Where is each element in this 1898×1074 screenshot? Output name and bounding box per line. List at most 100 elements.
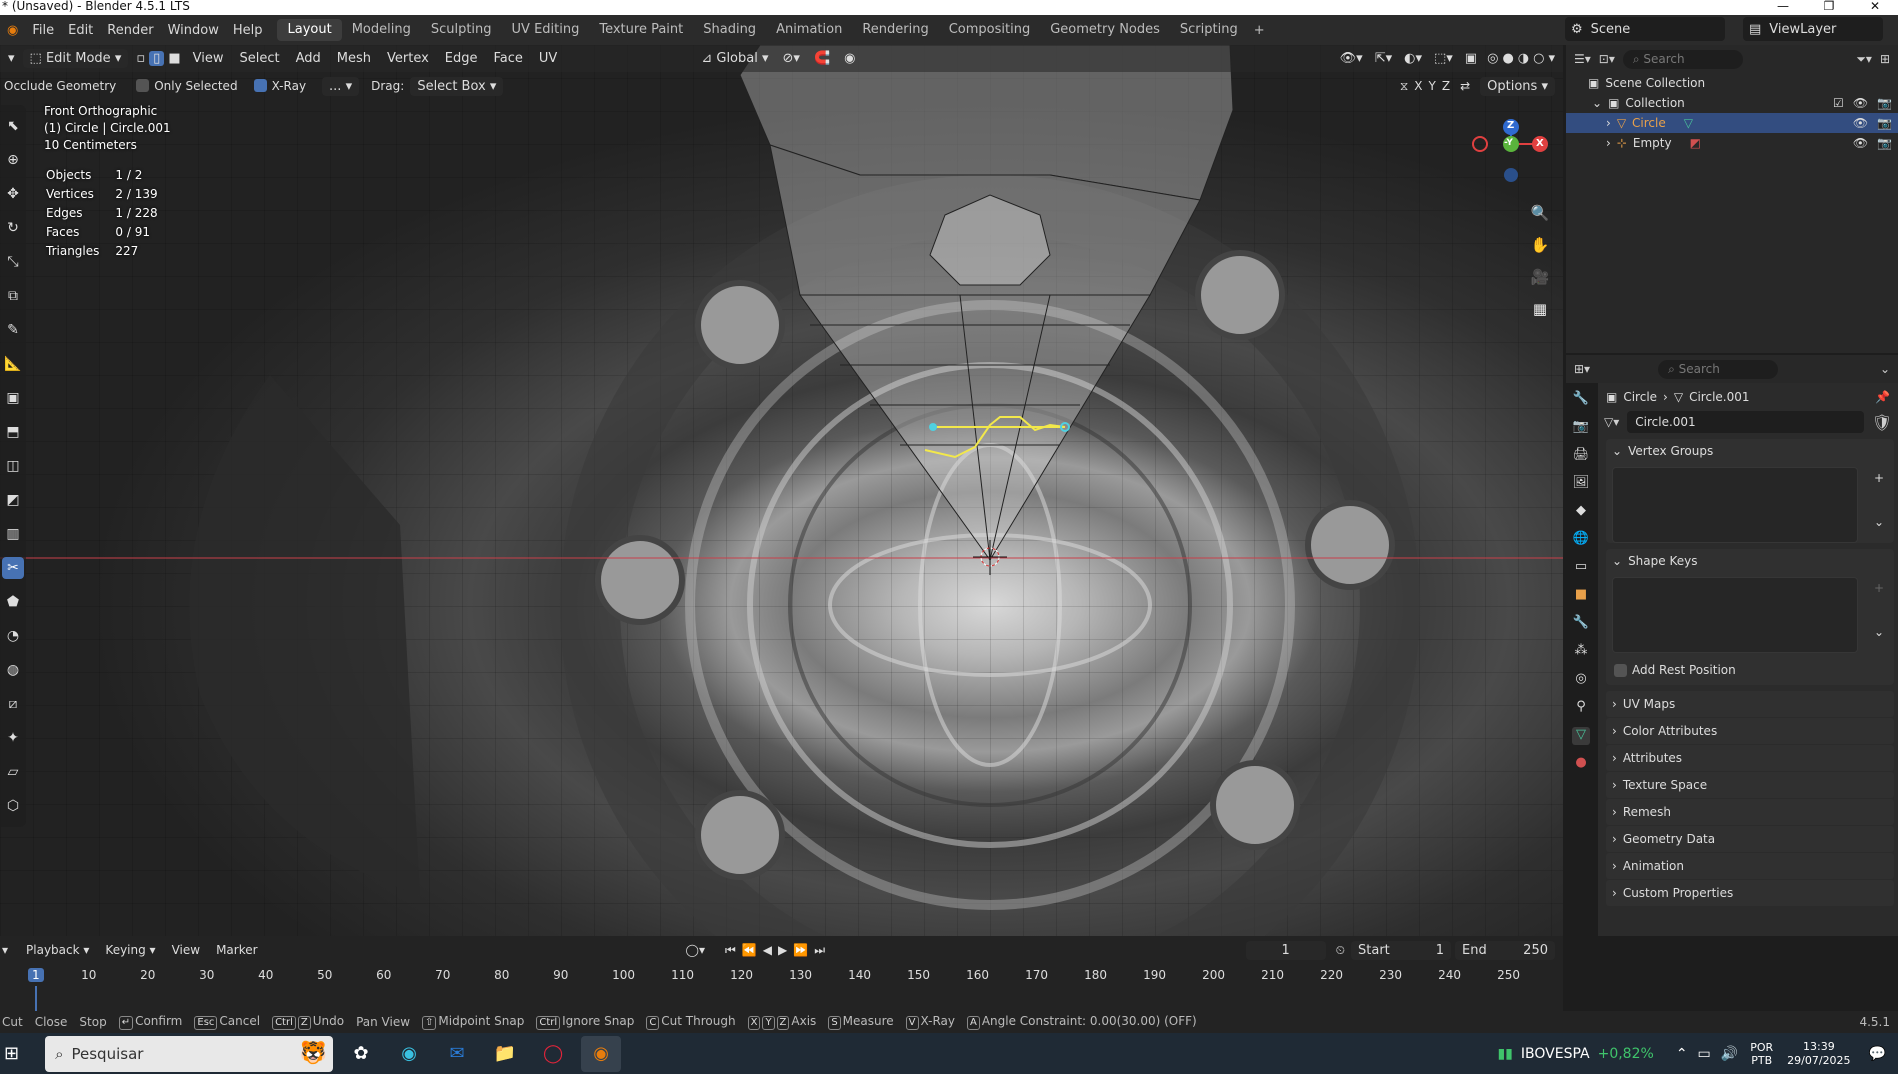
language-indicator[interactable]: POR PTB xyxy=(1750,1041,1773,1067)
view-layer-tab-icon[interactable]: 🖼 xyxy=(1572,475,1590,493)
tray-chevron-icon[interactable]: ⌃ xyxy=(1676,1046,1688,1062)
properties-editor-icon[interactable]: ⊞▾ xyxy=(1574,362,1590,376)
shape-key-menu-button[interactable]: ⌄ xyxy=(1874,625,1884,639)
fake-user-shield-icon[interactable]: 🛡 xyxy=(1872,413,1892,432)
outliner-editor-icon[interactable]: ☰▾ xyxy=(1574,52,1591,66)
move-tool-icon[interactable]: ✥ xyxy=(2,183,24,205)
panel-attributes[interactable]: › Attributes xyxy=(1606,745,1894,771)
pan-hand-icon[interactable]: ✋ xyxy=(1527,232,1553,258)
copilot-app-icon[interactable]: ✿ xyxy=(341,1036,381,1072)
drag-dropdown[interactable]: Select Box ▾ xyxy=(410,76,504,96)
panel-uv-maps[interactable]: › UV Maps xyxy=(1606,691,1894,717)
frame-ruler[interactable]: 1 10 20 30 40 50 60 70 80 90 100 110 120 130 140 150 160… xyxy=(0,964,1563,986)
outliner-search-input[interactable]: ⌕ Search xyxy=(1622,49,1743,69)
orientation-dropdown[interactable]: ⊿ Global ▾ xyxy=(701,51,768,66)
tab-rendering[interactable]: Rendering xyxy=(852,19,938,41)
clock[interactable]: 13:39 29/07/2025 xyxy=(1787,1040,1850,1068)
overlay-toggle-icon[interactable]: ◐▾ xyxy=(1404,51,1422,66)
scene-collection-row[interactable]: ▣ Scene Collection xyxy=(1566,73,1898,93)
wireframe-shading-icon[interactable]: ◎ xyxy=(1487,51,1498,66)
menu-view[interactable]: View xyxy=(185,51,232,66)
proportional-edit-icon[interactable]: ◉ xyxy=(844,51,855,66)
face-select-icon[interactable]: ■ xyxy=(164,51,184,66)
3d-viewport[interactable]: Z -Y X ▾ ⬚ Edit Mode ▾ ▫ ▯ ■ View Select… xyxy=(0,45,1563,936)
collection-row[interactable]: ⌄ ▣ Collection ☑ 👁 📷 xyxy=(1566,93,1898,113)
material-tab-icon[interactable]: ● xyxy=(1572,755,1590,773)
scene-tab-icon[interactable]: ◆ xyxy=(1572,503,1590,521)
properties-options-icon[interactable]: ⌄ xyxy=(1880,362,1890,376)
eye-icon[interactable]: 👁 xyxy=(1853,116,1868,130)
pivot-icon[interactable]: ⊘▾ xyxy=(783,51,800,66)
shrink-fatten-tool-icon[interactable]: ✦ xyxy=(2,727,24,749)
shape-keys-list[interactable] xyxy=(1612,577,1858,653)
rip-tool-icon[interactable]: ⬡ xyxy=(2,795,24,817)
playhead-line[interactable] xyxy=(35,986,37,1011)
menu-help[interactable]: Help xyxy=(226,23,270,38)
clock-icon[interactable]: ⏲ xyxy=(1336,943,1345,958)
menu-timeline-view[interactable]: View xyxy=(164,943,208,957)
only-selected-toggle[interactable]: Only Selected xyxy=(136,79,238,93)
tab-uv-editing[interactable]: UV Editing xyxy=(502,19,590,41)
blender-logo-icon[interactable]: ◉ xyxy=(0,23,25,38)
panel-geometry-data[interactable]: › Geometry Data xyxy=(1606,826,1894,852)
end-frame-field[interactable]: End 250 xyxy=(1455,940,1555,960)
poly-build-tool-icon[interactable]: ⬟ xyxy=(2,591,24,613)
pin-icon[interactable]: 📌 xyxy=(1875,390,1890,404)
extra-options-dropdown[interactable]: ... ▾ xyxy=(322,76,360,96)
tab-compositing[interactable]: Compositing xyxy=(939,19,1041,41)
annotate-tool-icon[interactable]: ✎ xyxy=(2,319,24,341)
edge-browser-icon[interactable]: ◉ xyxy=(389,1036,429,1072)
menu-vertex[interactable]: Vertex xyxy=(379,51,437,66)
camera-view-icon[interactable]: 🎥 xyxy=(1527,264,1553,290)
edge-select-icon[interactable]: ▯ xyxy=(149,51,165,66)
add-shape-key-button[interactable]: + xyxy=(1874,581,1884,595)
jump-start-icon[interactable]: ⏮ xyxy=(725,943,742,957)
blender-taskbar-icon[interactable]: ◉ xyxy=(581,1035,622,1072)
menu-mesh[interactable]: Mesh xyxy=(329,51,379,66)
shear-tool-icon[interactable]: ▱ xyxy=(2,761,24,783)
menu-edge[interactable]: Edge xyxy=(437,51,486,66)
tab-shading[interactable]: Shading xyxy=(693,19,766,41)
mirror-y-toggle[interactable]: Y xyxy=(1429,79,1436,93)
add-vertex-group-button[interactable]: + xyxy=(1874,471,1884,485)
shading-options-icon[interactable]: ▾ xyxy=(1548,51,1555,66)
start-frame-field[interactable]: Start 1 xyxy=(1351,940,1451,960)
mesh-browse-icon[interactable]: ▽▾ xyxy=(1604,415,1619,429)
zoom-icon[interactable]: 🔍 xyxy=(1527,200,1553,226)
jump-end-icon[interactable]: ⏭ xyxy=(814,943,831,957)
spin-tool-icon[interactable]: ◔ xyxy=(2,625,24,647)
panel-color-attributes[interactable]: › Color Attributes xyxy=(1606,718,1894,744)
rendered-shading-icon[interactable]: ○ xyxy=(1533,51,1544,66)
panel-animation[interactable]: › Animation xyxy=(1606,853,1894,879)
gizmo-toggle-icon[interactable]: ⇱▾ xyxy=(1375,51,1392,66)
prev-keyframe-icon[interactable]: ⏪ xyxy=(742,943,763,957)
add-cube-tool-icon[interactable]: ▣ xyxy=(2,387,24,409)
object-tab-icon[interactable]: ■ xyxy=(1572,587,1590,605)
tab-texture-paint[interactable]: Texture Paint xyxy=(589,19,693,41)
scale-tool-icon[interactable]: ⤡ xyxy=(2,251,24,273)
tab-scripting[interactable]: Scripting xyxy=(1170,19,1248,41)
select-tool-icon[interactable]: ⬉ xyxy=(2,115,24,137)
menu-window[interactable]: Window xyxy=(161,23,226,38)
world-tab-icon[interactable]: 🌐 xyxy=(1572,531,1590,549)
xray-checkbox[interactable] xyxy=(253,79,267,92)
loop-cut-tool-icon[interactable]: ▥ xyxy=(2,523,24,545)
collapse-chevron-icon[interactable]: ⌄ xyxy=(1592,96,1602,110)
ortho-toggle-icon[interactable]: ▦ xyxy=(1527,296,1553,322)
next-keyframe-icon[interactable]: ⏩ xyxy=(793,943,814,957)
transform-tool-icon[interactable]: ⧉ xyxy=(2,285,24,307)
output-tab-icon[interactable]: 🖨 xyxy=(1572,447,1590,465)
panel-custom-properties[interactable]: › Custom Properties xyxy=(1606,880,1894,906)
menu-file[interactable]: File xyxy=(25,23,61,38)
only-selected-checkbox[interactable] xyxy=(136,79,150,92)
mode-selector[interactable]: ⬚ Edit Mode ▾ xyxy=(22,49,129,68)
play-icon[interactable]: ▶ xyxy=(778,943,793,957)
xray-tool-toggle[interactable]: X-Ray xyxy=(253,79,306,93)
file-explorer-icon[interactable]: 📁 xyxy=(485,1036,525,1072)
material-shading-icon[interactable]: ◑ xyxy=(1518,51,1529,66)
maximize-button[interactable]: ❐ xyxy=(1806,0,1852,15)
modifier-icon[interactable]: ◩ xyxy=(1690,136,1701,150)
menu-edit[interactable]: Edit xyxy=(61,23,100,38)
tab-modeling[interactable]: Modeling xyxy=(342,19,421,41)
knife-tool-icon[interactable]: ✂ xyxy=(2,557,24,579)
